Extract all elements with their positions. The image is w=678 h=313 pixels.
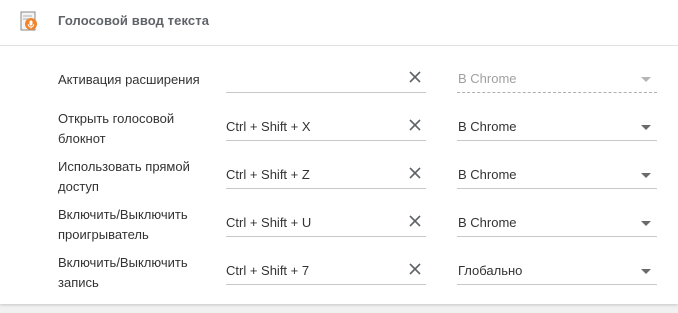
extension-header: Голосовой ввод текста [0,0,678,46]
voice-extension-icon [20,11,37,31]
scope-select[interactable]: В Chrome [457,116,657,141]
shortcut-label: Использовать прямой доступ [58,159,190,194]
scope-value: В Chrome [458,167,517,182]
scope-value: В Chrome [458,71,517,86]
shortcut-row-player: Включить/Выключить проигрыватель Ctrl + … [0,200,678,248]
shortcut-input[interactable]: Ctrl + Shift + X [226,116,426,141]
scope-select[interactable]: В Chrome [457,212,657,237]
shortcut-value: Ctrl + Shift + X [226,119,311,134]
shortcut-input[interactable]: Ctrl + Shift + Z [226,164,426,189]
dropdown-arrow-icon [641,125,651,130]
clear-icon[interactable] [408,214,422,228]
shortcut-row-direct-access: Использовать прямой доступ Ctrl + Shift … [0,152,678,200]
dropdown-arrow-icon [641,173,651,178]
clear-icon[interactable] [408,70,422,84]
shortcut-label: Открыть голосовой блокнот [58,111,175,146]
shortcut-input[interactable]: Ctrl + Shift + 7 [226,260,426,285]
shortcut-label: Включить/Выключить запись [58,255,188,290]
scope-select[interactable]: В Chrome [457,164,657,189]
shortcut-label: Включить/Выключить проигрыватель [58,207,188,242]
shortcut-label: Активация расширения [58,72,200,87]
scope-value: В Chrome [458,119,517,134]
scope-value: Глобально [458,263,523,278]
extension-title: Голосовой ввод текста [58,13,210,28]
scope-select-disabled: В Chrome [457,68,657,93]
dropdown-arrow-icon [641,221,651,226]
shortcut-value: Ctrl + Shift + 7 [226,263,310,278]
scope-select[interactable]: Глобально [457,260,657,285]
shortcut-value: Ctrl + Shift + U [226,215,312,230]
shortcut-row-record: Включить/Выключить запись Ctrl + Shift +… [0,248,678,296]
clear-icon[interactable] [408,262,422,276]
dropdown-arrow-icon [641,77,651,82]
dropdown-arrow-icon [641,269,651,274]
clear-icon[interactable] [408,166,422,180]
shortcut-input[interactable] [226,68,426,93]
clear-icon[interactable] [408,118,422,132]
extension-shortcuts-card: Голосовой ввод текста Активация расширен… [0,0,678,304]
shortcut-value: Ctrl + Shift + Z [226,167,310,182]
shortcut-row-notepad: Открыть голосовой блокнот Ctrl + Shift +… [0,104,678,152]
shortcut-input[interactable]: Ctrl + Shift + U [226,212,426,237]
shortcut-row-activate: Активация расширения В Chrome [0,56,678,104]
scope-value: В Chrome [458,215,517,230]
